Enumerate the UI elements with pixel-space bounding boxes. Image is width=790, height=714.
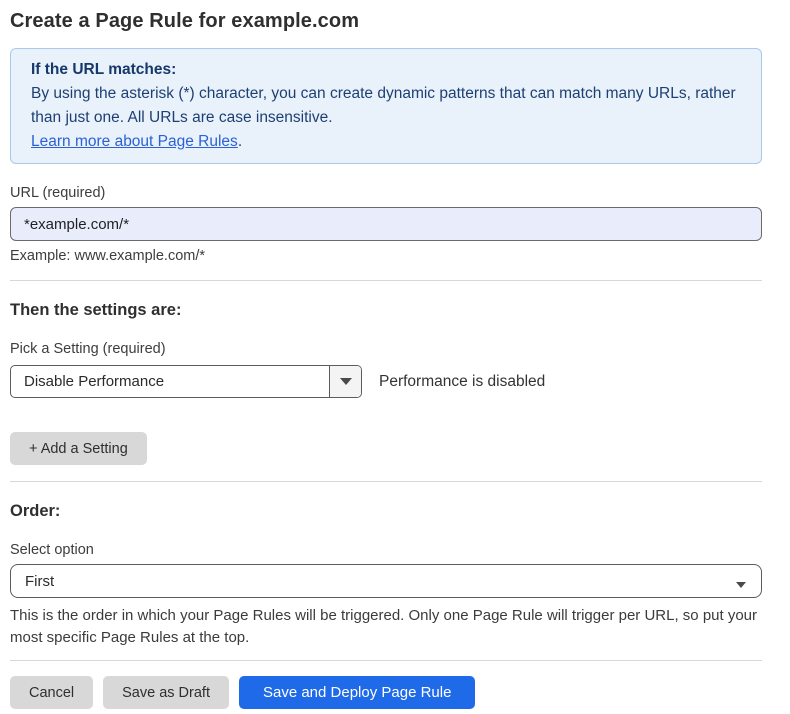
add-setting-button[interactable]: + Add a Setting — [10, 432, 147, 465]
info-box-heading: If the URL matches: — [31, 58, 741, 82]
learn-more-link[interactable]: Learn more about Page Rules — [31, 133, 238, 150]
order-select-value: First — [25, 573, 54, 590]
page-rule-form: Create a Page Rule for example.com If th… — [0, 0, 790, 709]
setting-select[interactable]: Disable Performance — [10, 365, 362, 398]
page-title: Create a Page Rule for example.com — [10, 10, 762, 33]
url-field-label: URL (required) — [10, 185, 762, 201]
order-section-heading: Order: — [10, 502, 762, 521]
divider — [10, 481, 762, 482]
order-help-text: This is the order in which your Page Rul… — [10, 605, 762, 649]
url-input[interactable] — [10, 207, 762, 241]
chevron-down-icon — [736, 575, 746, 592]
divider — [10, 660, 762, 661]
setting-select-value: Disable Performance — [11, 366, 329, 397]
link-suffix: . — [238, 133, 242, 150]
setting-row: Disable Performance Performance is disab… — [10, 365, 762, 398]
save-deploy-button[interactable]: Save and Deploy Page Rule — [239, 676, 475, 709]
save-draft-button[interactable]: Save as Draft — [103, 676, 229, 709]
setting-picker-label: Pick a Setting (required) — [10, 341, 762, 357]
url-match-info-box: If the URL matches: By using the asteris… — [10, 48, 762, 164]
divider — [10, 280, 762, 281]
setting-status-text: Performance is disabled — [379, 373, 545, 391]
info-box-body: By using the asterisk (*) character, you… — [31, 82, 741, 130]
info-box-link-line: Learn more about Page Rules. — [31, 130, 741, 154]
order-select-label: Select option — [10, 542, 762, 558]
chevron-down-icon — [340, 378, 352, 385]
order-select[interactable]: First — [10, 564, 762, 598]
settings-section-heading: Then the settings are: — [10, 301, 762, 320]
footer-actions: Cancel Save as Draft Save and Deploy Pag… — [10, 676, 762, 709]
url-example-text: Example: www.example.com/* — [10, 248, 762, 264]
cancel-button[interactable]: Cancel — [10, 676, 93, 709]
setting-select-arrow-button[interactable] — [329, 366, 361, 397]
